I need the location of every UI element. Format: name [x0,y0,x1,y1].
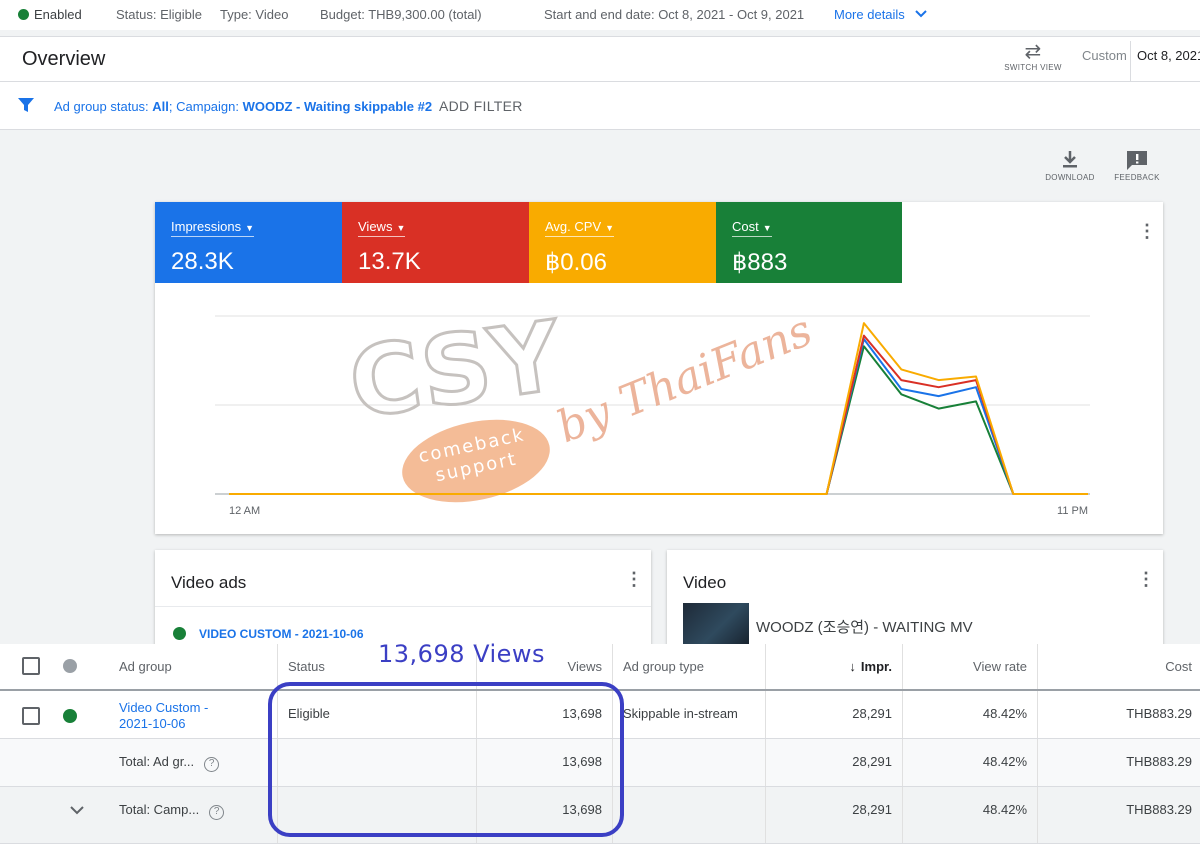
video-name[interactable]: WOODZ (조승연) - WAITING MV [756,616,973,637]
metric-cost-selector[interactable]: Cost ▼ [732,219,772,237]
dropdown-icon: ▼ [605,223,615,233]
status-dot-icon [63,659,77,673]
feedback-button[interactable]: FEEDBACK [1107,149,1167,182]
metric-avg-cpv-selector[interactable]: Avg. CPV ▼ [545,219,615,237]
watermark-title: CSY [343,300,569,440]
col-view-rate[interactable]: View rate [902,644,1037,689]
switch-view-button[interactable]: ⇄ SWITCH VIEW [1002,41,1064,72]
enabled-dot-icon [173,627,186,640]
video-more-icon[interactable]: ⋮ [1137,570,1155,588]
view-rate-cell: 48.42% [982,706,1027,721]
filter-icon[interactable] [17,96,35,114]
divider [155,606,651,607]
sort-arrow-icon: ↓ [849,659,856,674]
enabled-dot-icon [18,9,29,20]
total-label: Total: Ad gr...? [119,754,220,772]
feedback-icon [1127,151,1147,170]
help-icon[interactable]: ? [209,805,225,820]
performance-chart-card: Impressions ▼ 28.3K Views ▼ 13.7K Avg. CPV… [155,202,1163,534]
metric-views-value: 13.7K [358,248,421,275]
cost-cell: THB883.29 [1126,706,1192,721]
line-chart: CSYcomebacksupportby ThaiFans 12 AM 11 PM [215,298,1090,517]
metric-impressions[interactable]: Impressions ▼ 28.3K [155,202,342,283]
download-button[interactable]: DOWNLOAD [1040,149,1100,182]
ad-group-link[interactable]: Video Custom - 2021-10-06 [119,700,229,732]
video-ads-more-icon[interactable]: ⋮ [625,570,643,588]
views-highlight-box [268,682,624,837]
view-rate-cell: 48.42% [982,754,1027,769]
campaign-dates: Start and end date: Oct 8, 2021 - Oct 9,… [544,7,805,22]
enabled-status: Enabled [18,7,82,22]
select-all-checkbox[interactable] [22,657,40,675]
dropdown-icon: ▼ [762,223,772,233]
add-filter-button[interactable]: ADD FILTER [439,98,523,114]
impressions-cell: 28,291 [852,802,892,817]
video-thumbnail[interactable] [683,603,749,648]
metric-impressions-value: 28.3K [171,248,234,275]
dropdown-icon: ▼ [396,223,406,233]
watermark-signature: by ThaiFans [550,305,819,453]
type-cell: Skippable in-stream [623,706,738,721]
filter-bar: Ad group status: All; Campaign: WOODZ - … [0,82,1200,130]
help-icon[interactable]: ? [204,757,220,772]
campaign-budget: Budget: THB9,300.00 (total) [320,7,482,22]
chevron-down-icon[interactable] [69,804,85,816]
metric-views-selector[interactable]: Views ▼ [358,219,406,237]
eligibility-status: Status: Eligible [116,7,202,22]
impressions-cell: 28,291 [852,754,892,769]
views-annotation: 13,698 Views [378,640,546,668]
cost-cell: THB883.29 [1126,754,1192,769]
x-tick-label: 11 PM [1057,505,1088,517]
enabled-dot-icon [63,709,77,723]
metric-impressions-selector[interactable]: Impressions ▼ [171,219,254,237]
col-cost[interactable]: Cost [1037,644,1200,689]
date-range-type[interactable]: Custom [1082,48,1127,63]
campaign-status-bar: Enabled Status: Eligible Type: Video Bud… [0,0,1200,30]
row-checkbox[interactable] [22,707,40,725]
campaign-type: Type: Video [220,7,289,22]
x-tick-label: 12 AM [229,505,260,517]
active-filter[interactable]: Ad group status: All; Campaign: WOODZ - … [54,99,432,114]
metric-cost[interactable]: Cost ▼ ฿883 [716,202,902,283]
page-title: Overview [22,48,106,70]
dropdown-icon: ▼ [245,223,254,233]
col-ad-group-type[interactable]: Ad group type [612,644,765,689]
video-ads-card: Video ads ⋮ VIDEO CUSTOM - 2021-10-06 [155,550,651,650]
video-ads-title: Video ads [171,573,247,592]
video-card: Video ⋮ WOODZ (조승연) - WAITING MV [667,550,1163,650]
overview-header: Overview ⇄ SWITCH VIEW Custom Oct 8, 202… [0,36,1200,82]
more-details-link[interactable]: More details [834,7,928,22]
metric-cost-value: ฿883 [732,249,788,276]
video-title: Video [683,573,727,592]
total-label: Total: Camp...? [119,802,225,820]
cost-cell: THB883.29 [1126,802,1192,817]
col-impressions[interactable]: ↓ Impr. [765,644,902,689]
watermark: CSYcomebacksupportby ThaiFans [341,298,819,503]
metric-avg-cpv[interactable]: Avg. CPV ▼ ฿0.06 [529,202,716,283]
swap-icon: ⇄ [1024,41,1042,63]
col-ad-group[interactable]: Ad group [106,644,278,689]
download-icon [1063,151,1077,168]
chart-more-options-icon[interactable]: ⋮ [1138,222,1156,240]
date-range-picker[interactable]: Oct 8, 2021 [1130,41,1200,81]
video-ad-link[interactable]: VIDEO CUSTOM - 2021-10-06 [199,627,364,641]
impressions-cell: 28,291 [852,706,892,721]
chevron-down-icon [915,10,928,18]
metric-avg-cpv-value: ฿0.06 [545,249,607,276]
metric-views[interactable]: Views ▼ 13.7K [342,202,529,283]
view-rate-cell: 48.42% [982,802,1027,817]
